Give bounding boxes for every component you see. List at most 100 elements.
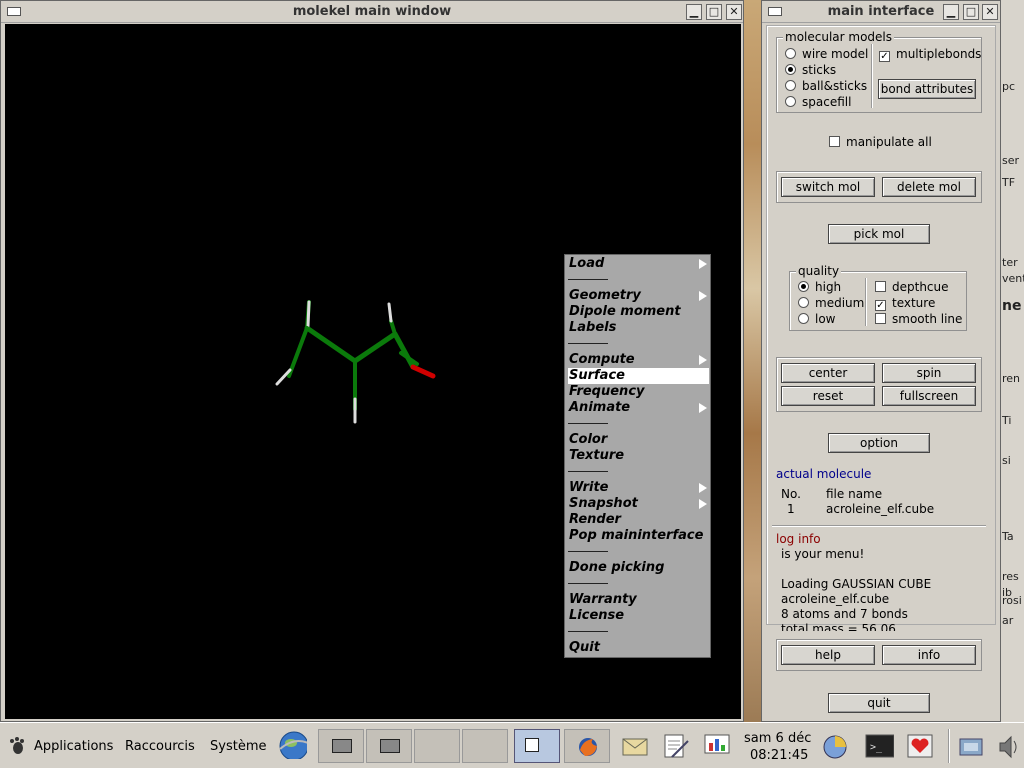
task-button-active[interactable] bbox=[514, 729, 560, 763]
chart-app-icon[interactable] bbox=[820, 731, 850, 761]
shortcuts-menu[interactable]: Raccourcis bbox=[125, 739, 195, 754]
bg-fragment: res bbox=[1002, 570, 1019, 583]
maximize-icon[interactable]: □ bbox=[706, 4, 722, 20]
multiplebonds-checkbox[interactable]: ✓ multiplebonds bbox=[879, 47, 981, 62]
molekel-titlebar[interactable]: molekel main window ▁ □ ✕ bbox=[1, 1, 743, 23]
menu-item-label: Snapshot bbox=[569, 496, 638, 511]
volume-icon[interactable] bbox=[996, 731, 1024, 761]
radio-high[interactable]: high bbox=[798, 280, 841, 295]
section-divider bbox=[772, 525, 986, 527]
smooth-line-checkbox[interactable]: smooth line bbox=[875, 312, 962, 327]
web-browser-globe-icon[interactable] bbox=[277, 729, 307, 759]
menu-item-label: License bbox=[569, 608, 625, 623]
menu-item-geometry[interactable]: Geometry bbox=[568, 288, 709, 304]
log-line: Loading GAUSSIAN CUBE bbox=[781, 577, 932, 591]
task-button[interactable] bbox=[318, 729, 364, 763]
menu-item-license[interactable]: License bbox=[568, 608, 709, 624]
window-icon bbox=[525, 738, 539, 752]
submenu-arrow-icon bbox=[699, 355, 707, 365]
desktop-background-strip bbox=[744, 0, 762, 722]
molekel-window-title: molekel main window bbox=[292, 4, 452, 19]
radio-low[interactable]: low bbox=[798, 312, 836, 327]
menu-separator bbox=[568, 343, 608, 344]
clock-display[interactable]: 08:21:45 bbox=[750, 748, 808, 763]
molecule-row-no[interactable]: 1 bbox=[787, 502, 795, 516]
help-button[interactable]: help bbox=[781, 645, 875, 665]
menu-item-done-picking[interactable]: Done picking bbox=[568, 560, 709, 576]
minimize-icon[interactable]: ▁ bbox=[943, 4, 959, 20]
radio-spacefill[interactable]: spacefill bbox=[785, 95, 851, 110]
menu-item-frequency[interactable]: Frequency bbox=[568, 384, 709, 400]
task-button[interactable] bbox=[366, 729, 412, 763]
close-icon[interactable]: ✕ bbox=[726, 4, 742, 20]
health-app-icon[interactable] bbox=[904, 731, 934, 761]
radio-wire-model[interactable]: wire model bbox=[785, 47, 868, 62]
maximize-icon[interactable]: □ bbox=[963, 4, 979, 20]
radio-indicator bbox=[798, 297, 809, 308]
menu-separator bbox=[568, 423, 608, 424]
delete-mol-button[interactable]: delete mol bbox=[882, 177, 976, 197]
main-interface-titlebar[interactable]: main interface ▁ □ ✕ bbox=[762, 1, 1000, 23]
info-button[interactable]: info bbox=[882, 645, 976, 665]
menu-item-compute[interactable]: Compute bbox=[568, 352, 709, 368]
system-menu[interactable]: Système bbox=[210, 739, 266, 754]
radio-indicator bbox=[785, 96, 796, 107]
bg-fragment: si bbox=[1002, 454, 1011, 467]
pick-mol-button[interactable]: pick mol bbox=[828, 224, 930, 244]
depthcue-checkbox[interactable]: depthcue bbox=[875, 280, 949, 295]
text-editor-icon[interactable] bbox=[660, 731, 690, 761]
menu-item-color[interactable]: Color bbox=[568, 432, 709, 448]
menu-item-label: Warranty bbox=[569, 592, 637, 607]
manipulate-all-checkbox[interactable]: manipulate all bbox=[829, 135, 932, 150]
radio-indicator bbox=[785, 80, 796, 91]
bg-fragment: Ta bbox=[1002, 530, 1014, 543]
log-line: total mass = 56.06 bbox=[781, 622, 896, 631]
column-no-header: No. bbox=[781, 487, 801, 501]
task-button[interactable] bbox=[414, 729, 460, 763]
task-button[interactable] bbox=[462, 729, 508, 763]
menu-item-texture[interactable]: Texture bbox=[568, 448, 709, 464]
quit-button[interactable]: quit bbox=[828, 693, 930, 713]
menu-item-animate[interactable]: Animate bbox=[568, 400, 709, 416]
reset-button[interactable]: reset bbox=[781, 386, 875, 406]
bond bbox=[410, 364, 436, 379]
minimize-icon[interactable]: ▁ bbox=[686, 4, 702, 20]
spin-button[interactable]: spin bbox=[882, 363, 976, 383]
applications-menu[interactable]: Applications bbox=[34, 739, 113, 754]
texture-checkbox[interactable]: ✓ texture bbox=[875, 296, 935, 311]
presentation-icon[interactable] bbox=[702, 731, 732, 761]
gnome-foot-icon[interactable] bbox=[8, 737, 26, 755]
menu-item-label: Frequency bbox=[569, 384, 645, 399]
menu-item-dipole-moment[interactable]: Dipole moment bbox=[568, 304, 709, 320]
molekel-main-window: molekel main window ▁ □ ✕ Load Geometry … bbox=[0, 0, 744, 722]
mail-icon[interactable] bbox=[620, 731, 650, 761]
menu-separator bbox=[568, 631, 608, 632]
radio-ball-sticks[interactable]: ball&sticks bbox=[785, 79, 867, 94]
radio-indicator bbox=[785, 64, 796, 75]
date-display[interactable]: sam 6 déc bbox=[744, 731, 811, 746]
terminal-icon[interactable]: >_ bbox=[864, 731, 894, 761]
fullscreen-button[interactable]: fullscreen bbox=[882, 386, 976, 406]
radio-medium[interactable]: medium bbox=[798, 296, 864, 311]
bond-attributes-button[interactable]: bond attributes bbox=[878, 79, 976, 99]
menu-item-load[interactable]: Load bbox=[568, 256, 709, 272]
menu-item-labels[interactable]: Labels bbox=[568, 320, 709, 336]
center-button[interactable]: center bbox=[781, 363, 875, 383]
network-icon[interactable] bbox=[956, 731, 986, 761]
menu-item-label: Dipole moment bbox=[569, 304, 681, 319]
molecule-row-file[interactable]: acroleine_elf.cube bbox=[826, 502, 934, 516]
menu-item-surface[interactable]: Surface bbox=[568, 368, 709, 384]
log-info-text[interactable]: is your menu! Loading GAUSSIAN CUBE acro… bbox=[776, 547, 990, 631]
menu-item-snapshot[interactable]: Snapshot bbox=[568, 496, 709, 512]
menu-item-warranty[interactable]: Warranty bbox=[568, 592, 709, 608]
menu-item-write[interactable]: Write bbox=[568, 480, 709, 496]
close-icon[interactable]: ✕ bbox=[982, 4, 998, 20]
option-button[interactable]: option bbox=[828, 433, 930, 453]
radio-sticks[interactable]: sticks bbox=[785, 63, 836, 78]
switch-mol-button[interactable]: switch mol bbox=[781, 177, 875, 197]
menu-item-render[interactable]: Render bbox=[568, 512, 709, 528]
menu-item-quit[interactable]: Quit bbox=[568, 640, 709, 656]
menu-separator bbox=[568, 583, 608, 584]
task-button[interactable] bbox=[564, 729, 610, 763]
menu-item-pop-maininterface[interactable]: Pop maininterface bbox=[568, 528, 709, 544]
